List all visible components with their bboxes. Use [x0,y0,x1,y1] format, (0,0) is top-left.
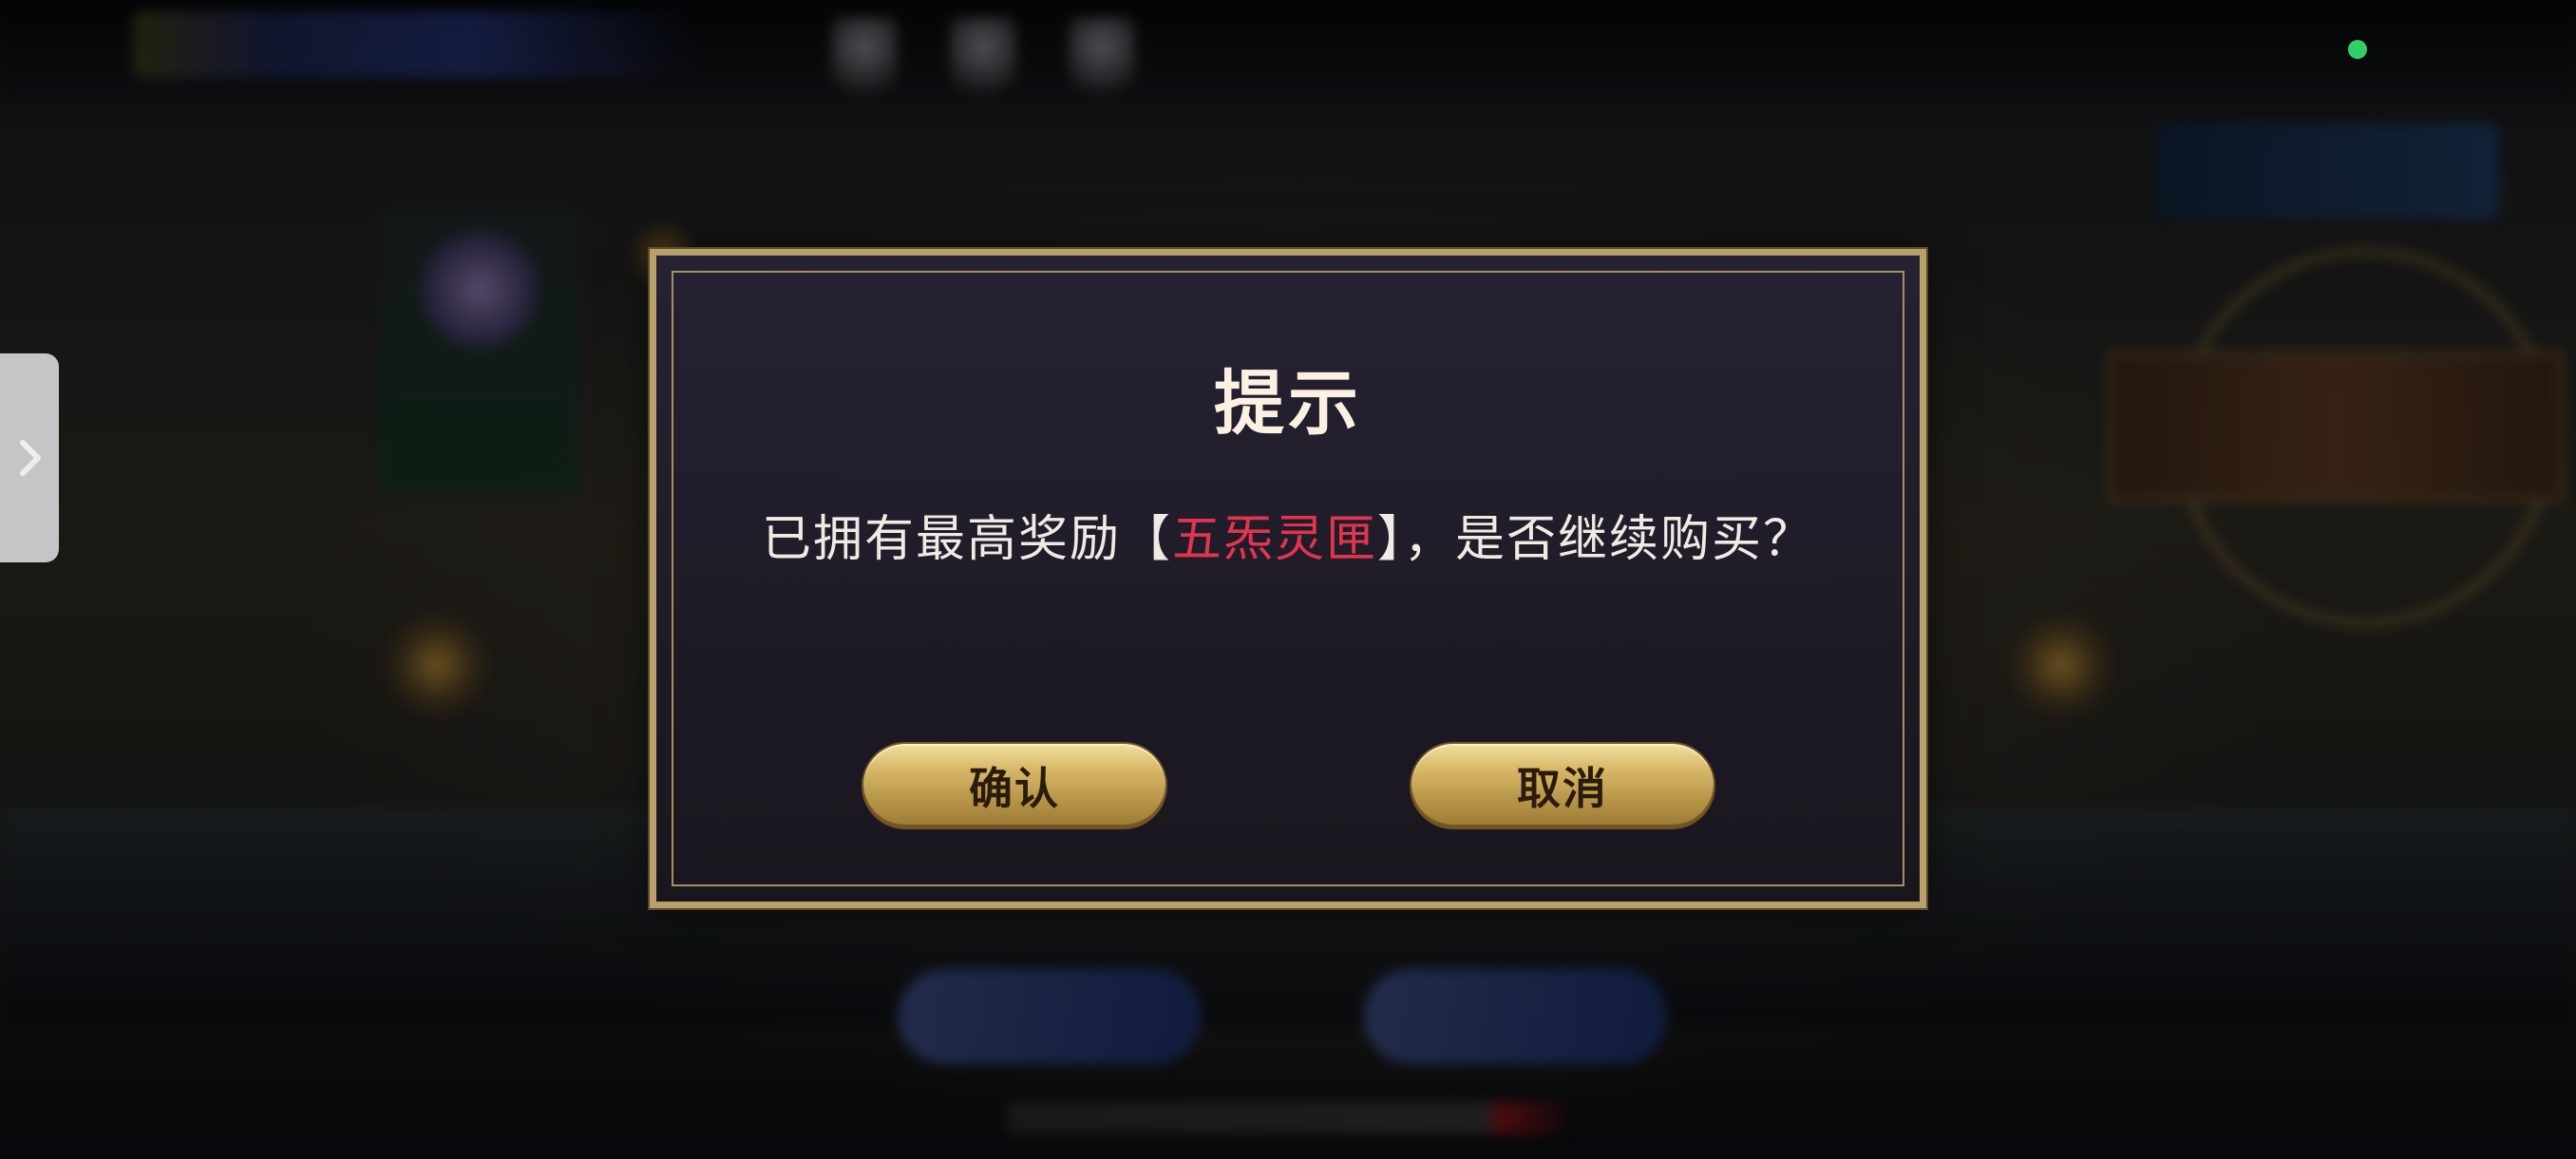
side-drawer-toggle[interactable] [0,353,59,562]
message-suffix: 】，是否继续购买？ [1377,511,1815,568]
dialog-title: 提示 [1214,363,1362,445]
chevron-right-icon [15,437,44,479]
reward-name: 五炁灵匣 [1171,511,1377,568]
message-prefix: 已拥有最高奖励【 [761,511,1172,568]
dialog-message: 已拥有最高奖励【五炁灵匣】，是否继续购买？ [761,501,1815,579]
cancel-button[interactable]: 取消 [1411,744,1714,827]
confirm-button[interactable]: 确认 [863,744,1165,827]
status-indicator-dot [2348,40,2367,59]
prompt-dialog: 提示 已拥有最高奖励【五炁灵匣】，是否继续购买？ 确认 取消 [650,249,1926,908]
game-screen: 提示 已拥有最高奖励【五炁灵匣】，是否继续购买？ 确认 取消 [0,0,2576,1159]
